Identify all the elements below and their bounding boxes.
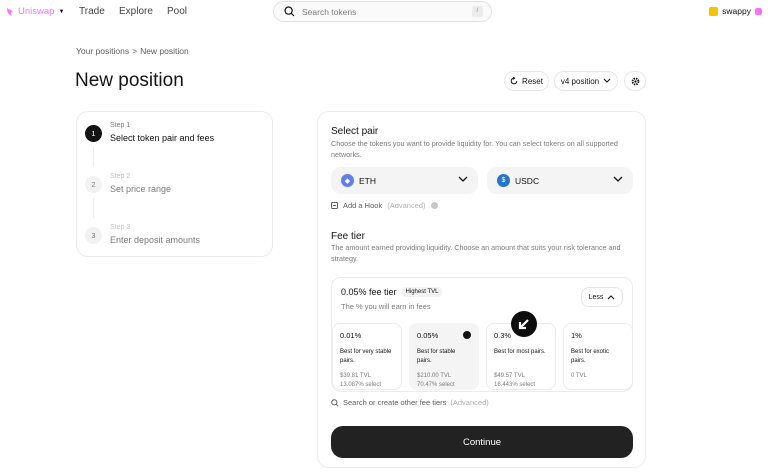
add-hook-link[interactable]: Add a Hook (Advanced) <box>331 201 438 210</box>
position-form-card: Select pair Choose the tokens you want t… <box>317 111 646 468</box>
caret-down-icon: ▼ <box>58 8 65 15</box>
other-fee-tiers-label: Search or create other fee tiers <box>343 398 447 407</box>
top-nav: Uniswap ▼ Trade Explore Pool Search toke… <box>0 0 768 24</box>
fee-tier-tvl: $39.81 TVL <box>340 373 371 379</box>
uniswap-logo-icon <box>7 7 13 16</box>
step-3: 3 Step 3 Enter deposit amounts <box>85 224 200 245</box>
fee-tier-option[interactable]: 1% Best for exotic pairs. 0 TVL <box>563 323 633 390</box>
page-title: New position <box>75 70 184 91</box>
continue-button[interactable]: Continue <box>331 426 633 458</box>
fee-tier-desc: The amount earned providing liquidity. C… <box>331 243 621 263</box>
steps-card: 1 Step 1 Select token pair and fees 2 St… <box>76 111 273 257</box>
cursor-arrow-icon <box>511 311 537 337</box>
fee-tier-best: Best for very stable pairs. <box>340 349 392 364</box>
less-label: Less <box>588 293 604 301</box>
fee-earn-note: The % you will earn in fees <box>341 302 431 311</box>
fee-tier-pct: 0.01% <box>340 331 362 340</box>
fee-tier-title: Fee tier <box>331 231 365 242</box>
breadcrumb-current: New position <box>140 46 189 56</box>
fee-tier-best: Best for exotic pairs. <box>571 349 610 364</box>
usdc-icon: $ <box>497 174 510 187</box>
chevron-down-icon <box>458 176 468 182</box>
highest-tvl-badge: Highest TVL <box>401 287 443 297</box>
chevron-down-icon <box>603 78 611 83</box>
step-connector <box>93 198 94 218</box>
breadcrumb-your-positions[interactable]: Your positions <box>76 46 129 56</box>
fee-tier-best: Best for most pairs. <box>494 349 546 355</box>
fee-tier-tvl: $49.57 TVL <box>494 372 525 379</box>
step-1-small: Step 1 <box>110 122 131 129</box>
step-3-number: 3 <box>85 227 102 244</box>
account-button[interactable]: swappy <box>709 6 762 16</box>
brand-menu[interactable]: Uniswap ▼ <box>5 6 64 17</box>
search-placeholder: Search tokens <box>302 6 357 17</box>
selected-fee-tier: 0.05% fee tier <box>341 287 397 297</box>
token-b-select[interactable]: $ USDC <box>487 167 633 194</box>
breadcrumb: Your positions > New position <box>76 46 189 56</box>
chevron-up-icon <box>608 295 615 300</box>
avatar <box>709 6 719 16</box>
gear-icon <box>631 77 639 85</box>
hook-icon <box>331 202 338 209</box>
less-button[interactable]: Less <box>581 287 623 307</box>
account-badge-icon <box>755 7 762 15</box>
eth-icon: ◆ <box>341 174 354 187</box>
search-shortcut: / <box>472 6 483 17</box>
search-input[interactable]: Search tokens / <box>273 1 492 22</box>
step-1-label: Select token pair and fees <box>110 133 215 143</box>
fee-tier-best: Best for stable pairs. <box>417 349 456 364</box>
step-2-small: Step 2 <box>110 173 131 180</box>
reset-icon <box>510 77 518 85</box>
fee-tier-select: 16.443% select <box>494 381 536 388</box>
nav-trade[interactable]: Trade <box>79 6 105 17</box>
step-1[interactable]: 1 Step 1 Select token pair and fees <box>85 122 214 143</box>
fee-tier-select: 70.47% select <box>417 382 455 388</box>
fee-tier-tvl: $210.00 TVL <box>417 373 452 379</box>
settings-button[interactable] <box>624 71 646 91</box>
reset-label: Reset <box>522 76 543 86</box>
add-hook-label: Add a Hook <box>343 201 383 210</box>
nav-pool[interactable]: Pool <box>167 6 187 17</box>
reset-button[interactable]: Reset <box>504 71 549 91</box>
fee-tier-option-selected[interactable]: 0.05% Best for stable pairs. $210.00 TVL… <box>409 323 479 390</box>
token-a-label: ETH <box>359 175 376 186</box>
breadcrumb-separator: > <box>132 46 138 56</box>
version-label: v4 position <box>560 76 600 86</box>
info-icon <box>430 202 438 209</box>
fee-tier-pct: 1% <box>571 331 582 340</box>
check-icon <box>463 331 471 339</box>
fee-tier-option[interactable]: 0.01% Best for very stable pairs. $39.81… <box>332 323 402 390</box>
step-2-number: 2 <box>85 176 102 193</box>
step-connector <box>93 147 94 167</box>
chevron-down-icon <box>613 176 623 182</box>
select-pair-desc: Choose the tokens you want to provide li… <box>331 139 618 159</box>
add-hook-tag: (Advanced) <box>387 201 426 210</box>
step-3-label: Enter deposit amounts <box>110 235 201 245</box>
fee-tier-panel: 0.05% fee tier Highest TVL The % you wil… <box>331 277 633 392</box>
select-pair-title: Select pair <box>331 126 379 137</box>
fee-tier-tvl: 0 TVL <box>571 373 587 379</box>
other-fee-tiers-tag: (Advanced) <box>450 398 489 407</box>
token-a-select[interactable]: ◆ ETH <box>331 167 478 194</box>
fee-tier-select: 13.087% select <box>340 382 382 388</box>
step-2: 2 Step 2 Set price range <box>85 173 171 194</box>
step-1-number: 1 <box>85 125 102 142</box>
step-2-label: Set price range <box>110 184 172 194</box>
nav-explore[interactable]: Explore <box>119 6 153 17</box>
account-name: swappy <box>722 6 751 16</box>
search-icon <box>331 398 339 407</box>
brand-label: Uniswap <box>18 6 55 17</box>
version-dropdown[interactable]: v4 position <box>554 71 618 91</box>
step-3-small: Step 3 <box>110 224 131 231</box>
search-icon <box>284 6 295 17</box>
fee-tier-header: 0.05% fee tier Highest TVL <box>341 287 443 297</box>
token-b-label: USDC <box>515 175 540 186</box>
other-fee-tiers-link[interactable]: Search or create other fee tiers (Advanc… <box>331 398 489 407</box>
